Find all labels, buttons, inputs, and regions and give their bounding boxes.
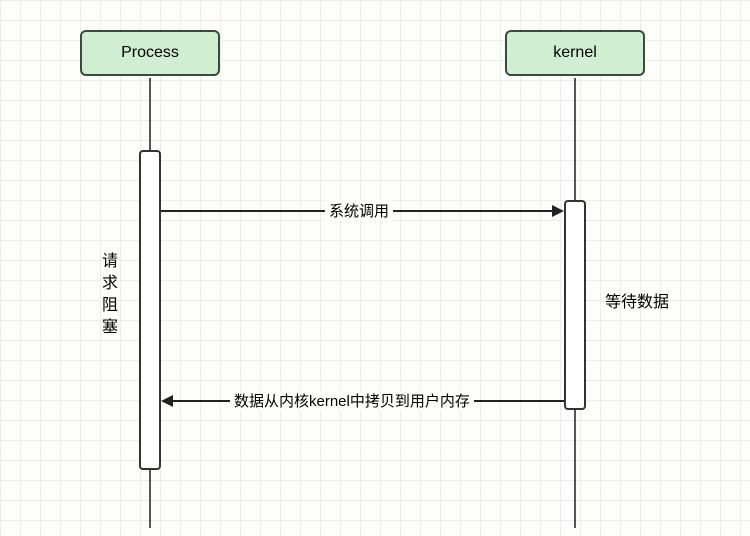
actor-kernel-label: kernel [553,44,597,61]
annotation-wait-data: 等待数据 [605,288,669,312]
activation-process [139,150,161,470]
actor-kernel: kernel [505,30,645,76]
arrow-system-call-head [552,205,564,217]
arrow-data-copy-head [161,395,173,407]
actor-process: Process [80,30,220,76]
label-data-copy: 数据从内核kernel中拷贝到用户内存 [230,390,474,411]
activation-kernel [564,200,586,410]
label-system-call: 系统调用 [325,200,393,221]
annotation-request-block: 请求阻塞 [95,252,119,340]
actor-process-label: Process [121,44,179,61]
